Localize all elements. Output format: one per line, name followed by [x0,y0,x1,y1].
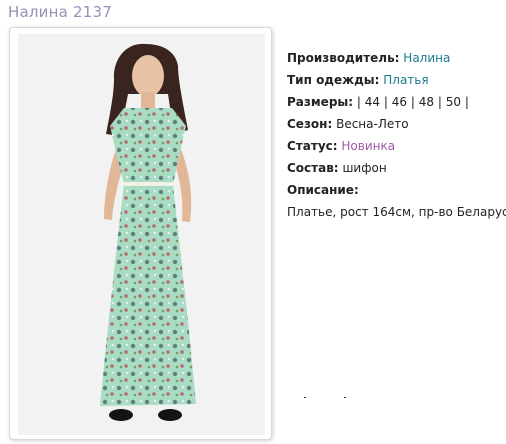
manufacturer-link[interactable]: Налина [403,51,450,65]
season-label: Сезон: [287,117,333,131]
description-text: Платье, рост 164см, пр-во Беларусь [287,205,506,219]
size-separator: | [383,95,388,109]
status-link[interactable]: Новинка [341,139,395,153]
divider-dot [344,397,346,398]
size-separator: | [464,95,469,109]
divider-dot [304,397,306,398]
composition-label: Состав: [287,161,339,175]
size-50: 50 [445,95,461,109]
product-title: Налина 2137 [8,3,112,21]
product-details: Производитель: Налина Тип одежды: Платья… [287,47,506,223]
size-separator: | [356,95,361,109]
size-48: 48 [418,95,435,109]
sizes-label: Размеры: [287,95,354,109]
type-link[interactable]: Платья [383,73,428,87]
status-label: Статус: [287,139,338,153]
description-row: Описание: [287,179,503,201]
composition-row: Состав: шифон [287,157,503,179]
size-44: 44 [364,95,381,109]
size-separator: | [437,95,442,109]
manufacturer-label: Производитель: [287,51,400,65]
manufacturer-row: Производитель: Налина [287,47,503,69]
model-in-dress-image [18,34,265,435]
product-photo[interactable] [18,34,265,435]
sizes-row: Размеры: | 44 | 46 | 48 | 50 | [287,91,503,113]
type-label: Тип одежды: [287,73,380,87]
type-row: Тип одежды: Платья [287,69,503,91]
description-label: Описание: [287,183,359,197]
size-46: 46 [391,95,408,109]
description-text-row: Платье, рост 164см, пр-во Беларусь [287,201,506,223]
season-row: Сезон: Весна-Лето [287,113,503,135]
status-row: Статус: Новинка [287,135,503,157]
composition-value: шифон [342,161,387,175]
season-value: Весна-Лето [336,117,409,131]
product-photo-frame[interactable] [9,27,272,440]
size-separator: | [410,95,415,109]
